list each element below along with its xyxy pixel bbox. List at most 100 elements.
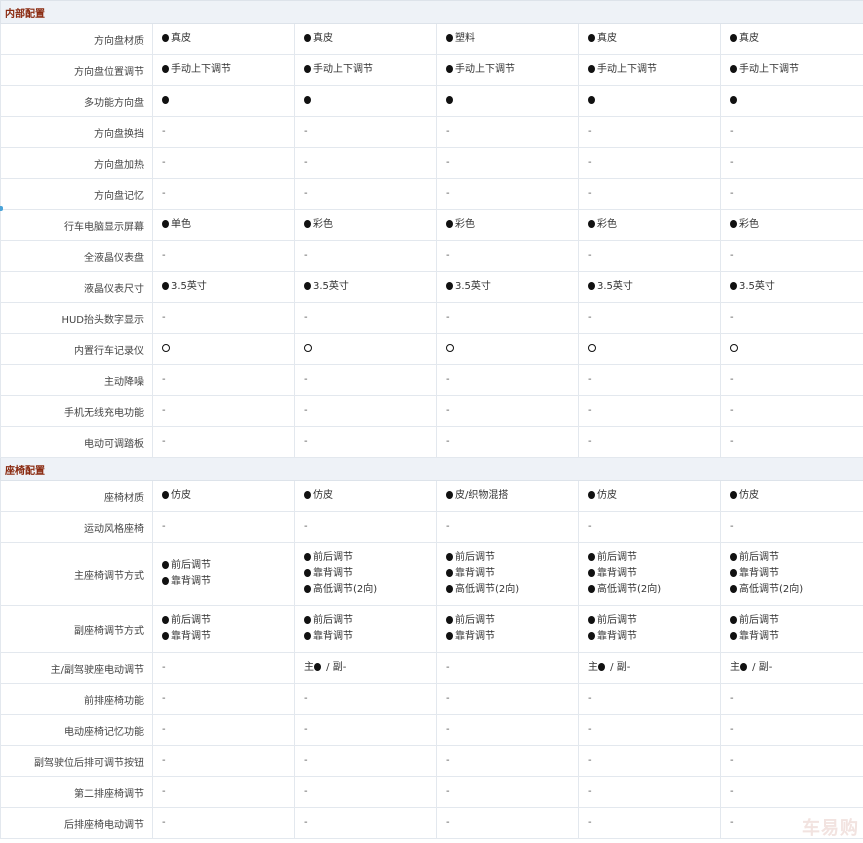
spec-value-text: 3.5英寸 <box>739 281 775 292</box>
spec-value-text: - <box>304 405 308 416</box>
spec-value-line: 仿皮 <box>304 488 436 504</box>
spec-value-text: - <box>162 786 166 797</box>
spec-value-cell: - <box>578 395 721 427</box>
spec-value-text: 3.5英寸 <box>597 281 633 292</box>
spec-value-line: 靠背调节 <box>588 629 720 645</box>
spec-value-line: - <box>588 186 720 202</box>
spec-label: 主/副驾驶座电动调节 <box>0 652 153 684</box>
spec-value-text: - <box>446 436 450 447</box>
standard-dot-icon <box>304 616 311 624</box>
spec-label: 主座椅调节方式 <box>0 542 153 606</box>
spec-value-line: - <box>730 784 863 800</box>
spec-label: 多功能方向盘 <box>0 85 153 117</box>
spec-table-body: 内部配置 方向盘材质 真皮 真皮 塑料 真皮 真皮 方向盘位置调节 手动上下调节 手动上下调节 手动… <box>0 0 863 839</box>
spec-value-line: - <box>446 403 578 419</box>
spec-value-cell: - <box>436 240 579 272</box>
standard-dot-icon <box>304 65 311 73</box>
spec-value-cell: - <box>720 511 863 543</box>
spec-value-text: - <box>730 126 734 137</box>
standard-dot-icon <box>304 96 311 104</box>
standard-dot-icon <box>588 616 595 624</box>
spec-value-cell <box>152 333 295 365</box>
standard-dot-icon <box>304 585 311 593</box>
spec-value-line: - <box>162 155 294 171</box>
spec-value-line: - <box>304 372 436 388</box>
standard-dot-icon <box>588 282 595 290</box>
spec-value-cell: - <box>436 364 579 396</box>
spec-value-cell: 主 / 副- <box>578 652 721 684</box>
spec-value-text: - <box>162 662 166 673</box>
spec-value-text: 高低调节(2向) <box>455 584 520 595</box>
spec-value-cell: 前后调节 靠背调节 高低调节(2向) <box>436 542 579 606</box>
spec-value-cell: - <box>436 776 579 808</box>
spec-value-line: - <box>730 722 863 738</box>
spec-value-text: 靠背调节 <box>313 631 353 642</box>
spec-value-line: 前后调节 <box>588 613 720 629</box>
spec-value-text: - <box>730 724 734 735</box>
spec-value-text: 3.5英寸 <box>171 281 207 292</box>
spec-value-line: - <box>304 815 436 831</box>
spec-value-text: 前后调节 <box>313 615 353 626</box>
spec-value-text: 仿皮 <box>171 490 191 501</box>
spec-value-line: - <box>162 691 294 707</box>
spec-value-cell: 手动上下调节 <box>578 54 721 86</box>
spec-value-text: - <box>588 374 592 385</box>
standard-dot-icon <box>304 220 311 228</box>
spec-label: 方向盘记忆 <box>0 178 153 210</box>
spec-value-text: - <box>588 405 592 416</box>
spec-value-text: 前后调节 <box>455 615 495 626</box>
spec-label: 第二排座椅调节 <box>0 776 153 808</box>
standard-dot-icon <box>304 34 311 42</box>
spec-value-line: 主 / 副- <box>730 660 863 676</box>
spec-value-text: 靠背调节 <box>455 631 495 642</box>
spec-value-cell: - <box>294 147 437 179</box>
spec-row: HUD抬头数字显示 - - - - - <box>0 302 863 334</box>
spec-row: 手机无线充电功能 - - - - - <box>0 395 863 427</box>
spec-label: 前排座椅功能 <box>0 683 153 715</box>
spec-value-cell: 真皮 <box>152 23 295 55</box>
spec-value-text: 真皮 <box>597 33 617 44</box>
scroll-marker <box>0 206 3 211</box>
spec-value-line: - <box>588 519 720 535</box>
spec-value-line: - <box>446 248 578 264</box>
standard-dot-icon <box>162 616 169 624</box>
spec-value-text: - <box>588 724 592 735</box>
spec-value-prefix: 主 <box>730 662 740 673</box>
spec-label: 方向盘加热 <box>0 147 153 179</box>
spec-value-line <box>162 93 294 109</box>
spec-value-text: - <box>446 817 450 828</box>
spec-value-line: 单色 <box>162 217 294 233</box>
spec-value-cell: - <box>578 147 721 179</box>
spec-value-cell: - <box>294 364 437 396</box>
spec-value-text: - <box>162 312 166 323</box>
spec-label: 液晶仪表尺寸 <box>0 271 153 303</box>
spec-value-line: 3.5英寸 <box>446 279 578 295</box>
spec-value-cell: - <box>152 302 295 334</box>
spec-value-line: - <box>304 403 436 419</box>
spec-label: 内置行车记录仪 <box>0 333 153 365</box>
spec-value-text: - <box>446 374 450 385</box>
spec-value-line: - <box>730 753 863 769</box>
spec-value-cell <box>720 85 863 117</box>
spec-value-text: - <box>730 312 734 323</box>
spec-value-text: - <box>304 250 308 261</box>
standard-dot-icon <box>446 491 453 499</box>
spec-value-text: 高低调节(2向) <box>597 584 662 595</box>
standard-dot-icon <box>162 561 169 569</box>
standard-dot-icon <box>446 282 453 290</box>
section-title: 座椅配置 <box>0 457 863 481</box>
spec-value-line: - <box>730 403 863 419</box>
spec-label: 方向盘位置调节 <box>0 54 153 86</box>
spec-label: 方向盘材质 <box>0 23 153 55</box>
spec-value-line: 手动上下调节 <box>730 62 863 78</box>
optional-ring-icon <box>304 344 312 352</box>
spec-value-text: - <box>446 693 450 704</box>
spec-value-text: 彩色 <box>455 219 475 230</box>
standard-dot-icon <box>730 65 737 73</box>
spec-value-cell: - <box>436 178 579 210</box>
spec-value-text: - <box>304 374 308 385</box>
spec-value-cell: - <box>436 683 579 715</box>
spec-value-cell: - <box>152 426 295 458</box>
spec-row: 副座椅调节方式 前后调节 靠背调节 前后调节 靠背调节 前后调节 靠背调节 前后调节 靠背调节前… <box>0 605 863 653</box>
spec-value-line: - <box>446 310 578 326</box>
